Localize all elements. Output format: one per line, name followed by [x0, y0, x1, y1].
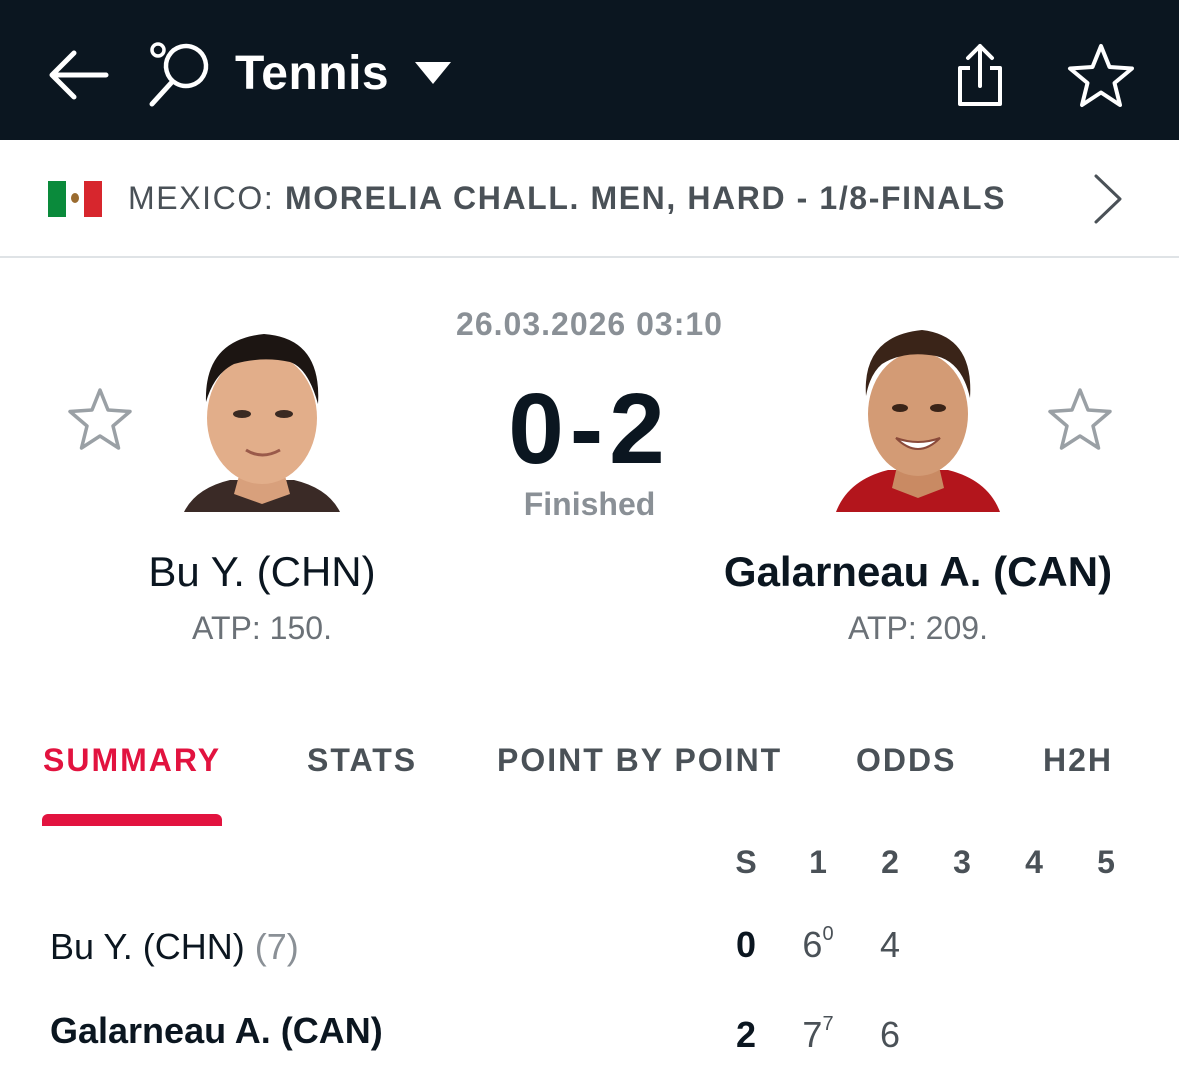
away-sets-won: 2: [735, 1014, 757, 1055]
scoreboard-home-player: Bu Y. (CHN): [50, 926, 245, 967]
scoreboard-home-seed: (7): [254, 926, 299, 967]
tab-point-by-point[interactable]: POINT BY POINT: [497, 742, 782, 779]
home-set-1: 60: [794, 923, 842, 966]
column-header-set-5: 5: [1097, 844, 1115, 880]
tab-summary[interactable]: SUMMARY: [43, 742, 221, 779]
home-set-1-tiebreak: 0: [822, 923, 834, 945]
away-set-2: 6: [879, 1014, 901, 1055]
column-header-set-3: 3: [953, 844, 971, 880]
scoreboard-home-name[interactable]: Bu Y. (CHN) (7): [50, 926, 299, 968]
home-sets-won: 0: [735, 924, 757, 965]
away-set-1-games: 7: [802, 1014, 823, 1055]
away-player-avatar[interactable]: [832, 322, 1004, 512]
active-tab-indicator: [42, 814, 222, 826]
column-header-set-4: 4: [1025, 844, 1043, 880]
column-header-set-1: 1: [809, 844, 827, 880]
tab-odds[interactable]: ODDS: [856, 742, 956, 779]
sport-title[interactable]: Tennis: [235, 46, 389, 101]
tab-h2h[interactable]: H2H: [1043, 742, 1113, 779]
home-player-name[interactable]: Bu Y. (CHN): [32, 548, 492, 596]
star-icon[interactable]: [1066, 40, 1136, 110]
league-row[interactable]: MEXICO: MORELIA CHALL. MEN, HARD - 1/8-F…: [0, 140, 1179, 258]
home-set-1-games: 6: [802, 924, 823, 965]
league-country: MEXICO:: [128, 180, 275, 216]
back-arrow-icon[interactable]: [44, 40, 114, 110]
favorite-away-star-icon[interactable]: [1046, 386, 1114, 452]
scoreboard-away-name[interactable]: Galarneau A. (CAN): [50, 1010, 383, 1052]
away-set-1: 77: [794, 1013, 842, 1056]
column-header-sets: S: [735, 844, 757, 880]
away-player-rank: ATP: 209.: [848, 610, 988, 646]
away-set-1-tiebreak: 7: [822, 1013, 834, 1035]
share-icon[interactable]: [948, 40, 1012, 110]
tennis-racket-icon: [149, 42, 209, 107]
dropdown-caret-icon[interactable]: [412, 58, 454, 88]
column-header-set-2: 2: [881, 844, 899, 880]
home-set-2: 4: [879, 924, 901, 965]
away-player-name[interactable]: Galarneau A. (CAN): [688, 548, 1148, 596]
tab-stats[interactable]: STATS: [307, 742, 417, 779]
scoreboard-away-player: Galarneau A. (CAN): [50, 1010, 383, 1051]
home-player-rank: ATP: 150.: [192, 610, 332, 646]
top-bar: Tennis: [0, 0, 1179, 140]
league-name: MORELIA CHALL. MEN, HARD - 1/8-FINALS: [285, 180, 1007, 216]
chevron-right-icon: [1094, 174, 1122, 224]
mexico-flag-icon: [48, 181, 102, 217]
